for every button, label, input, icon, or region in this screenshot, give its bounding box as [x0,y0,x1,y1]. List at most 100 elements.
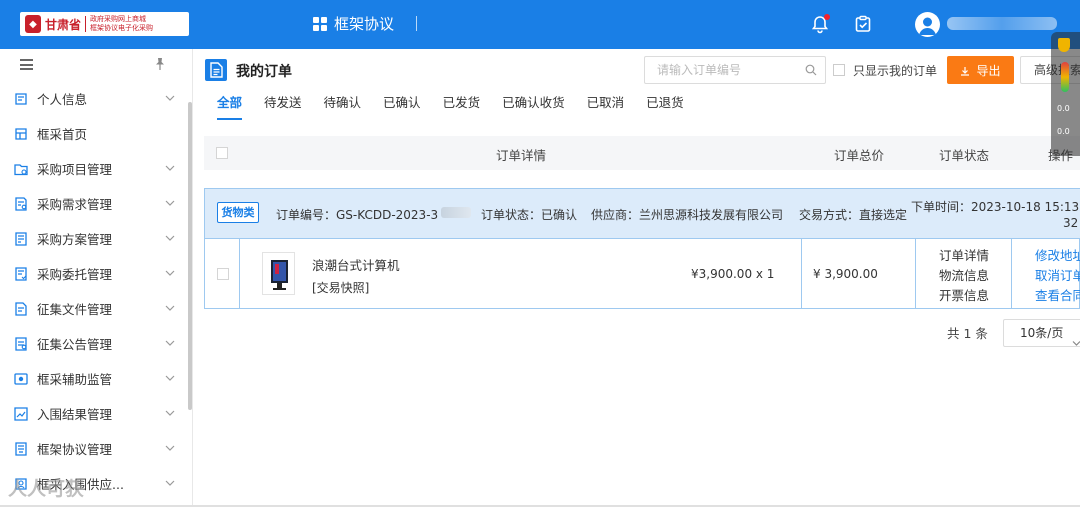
order-time-tail: 32 [1063,216,1079,230]
user-name-redacted[interactable] [947,17,1057,30]
order-number-redacted [441,207,471,218]
order-body: 浪潮台式计算机 [交易快照] ¥3,900.00 x 1 ¥ 3,900.00 … [205,239,1080,309]
cancel-order-link[interactable]: 取消订单 [1035,265,1080,284]
column-total: 订单总价 [834,148,885,163]
logo-subtitle: 政府采购网上商城 框架协议电子化采购 [90,15,153,33]
network-speed-widget[interactable]: 0.0 0.0 [1051,32,1080,156]
order-card: 货物类 订单编号：GS-KCDD-2023-3 订单状态：已确认 供应商：兰州思… [204,188,1080,309]
order-number: 订单编号：GS-KCDD-2023-3 [276,208,439,222]
chevron-down-icon [165,270,175,276]
top-bar: ◆ 甘肃省 政府采购网上商城 框架协议电子化采购 框架协议 [0,0,1080,49]
page-size-select[interactable]: 10条/页 [1003,319,1080,347]
bell-icon[interactable] [810,14,830,34]
view-contract-link[interactable]: 查看合同 [1035,285,1080,304]
column-divider [915,239,916,309]
order-checkbox[interactable] [217,268,229,280]
site-logo[interactable]: ◆ 甘肃省 政府采购网上商城 框架协议电子化采购 [20,12,189,36]
sidebar-item[interactable]: 采购项目管理 [0,151,192,186]
tab-3[interactable]: 已确认 [383,92,421,120]
order-time: 下单时间：2023-10-18 15:13: [911,200,1080,214]
category-badge: 货物类 [217,202,259,223]
pin-icon[interactable] [153,57,167,71]
upload-rate: 0.0 [1057,104,1070,113]
emblem-icon: ◆ [25,15,41,33]
sidebar-item[interactable]: 采购委托管理 [0,256,192,291]
sidebar-item[interactable]: 入围结果管理 [0,396,192,431]
sidebar-item[interactable]: 采购需求管理 [0,186,192,221]
only-mine-checkbox[interactable] [833,64,845,76]
tab-4[interactable]: 已发货 [443,92,481,120]
app-title-label: 框架协议 [334,15,395,33]
order-search [644,56,826,84]
notification-dot [824,14,830,20]
sidebar: 个人信息框采首页采购项目管理 采购需求管理 采购方案管理 采购委托管理 征集文件管理征集… [0,49,193,507]
tab-6[interactable]: 已取消 [587,92,625,120]
sidebar-item-label: 个人信息 [37,92,88,107]
order-detail-link[interactable]: 订单详情 [939,245,989,264]
sidebar-item[interactable]: 框采辅助监管 [0,361,192,396]
pager-total: 共 1 条 [947,326,988,341]
menu-item-icon [15,441,27,456]
logo-subtitle-line1: 政府采购网上商城 [90,15,147,23]
grid-icon [313,16,327,31]
logo-subtitle-line2: 框架协议电子化采购 [90,24,154,32]
sidebar-item[interactable]: 框架协议管理 [0,431,192,466]
product-name-link[interactable]: 浪潮台式计算机 [312,255,400,274]
speed-meter [1061,62,1069,92]
sidebar-item[interactable]: 采购方案管理 [0,221,192,256]
menu-icon[interactable] [20,59,33,70]
logistics-info-link[interactable]: 物流信息 [939,265,989,284]
chevron-down-icon [165,200,175,206]
menu-item-icon [15,301,27,316]
modify-address-link[interactable]: 修改地址 [1035,245,1080,264]
table-header: 订单详情 订单总价 订单状态 操作 [204,136,1080,170]
page-title: 我的订单 [236,64,292,80]
menu-item-icon [14,406,28,421]
sidebar-item-label: 采购项目管理 [37,162,113,177]
sidebar-item-label: 采购需求管理 [37,197,113,212]
tab-2[interactable]: 待确认 [324,92,362,120]
clipboard-check-icon[interactable] [853,14,873,34]
logo-name: 甘肃省 [45,17,82,32]
sidebar-item[interactable]: 框采首页 [0,116,192,151]
sidebar-item-label: 采购方案管理 [37,232,113,247]
sidebar-item-label: 征集文件管理 [37,302,113,317]
tab-0[interactable]: 全部 [217,92,243,120]
select-all-checkbox[interactable] [216,147,228,159]
only-mine-label: 只显示我的订单 [853,64,938,78]
order-total: ¥ 3,900.00 [813,267,878,281]
sidebar-header [0,49,192,81]
sidebar-item-label: 框架协议管理 [37,442,113,457]
sidebar-item-label: 采购委托管理 [37,267,113,282]
chevron-down-icon [165,445,175,451]
title-divider [416,16,417,31]
order-header: 货物类 订单编号：GS-KCDD-2023-3 订单状态：已确认 供应商：兰州思… [205,189,1080,239]
order-status: 订单状态：已确认 [481,208,578,222]
search-input[interactable] [645,57,795,83]
menu-item-icon [15,231,27,246]
sidebar-item[interactable]: 征集公告管理 [0,326,192,361]
shield-icon [1058,38,1070,52]
document-icon [205,59,227,81]
chevron-down-icon [165,340,175,346]
sidebar-item[interactable]: 个人信息 [0,81,192,116]
search-icon[interactable] [805,64,817,76]
tab-5[interactable]: 已确认收货 [502,92,565,120]
order-trade-mode: 交易方式：直接选定 [799,208,908,222]
product-thumbnail[interactable] [262,252,295,295]
sidebar-scrollbar[interactable] [188,102,192,410]
app-title[interactable]: 框架协议 [313,13,394,34]
tab-7[interactable]: 已退货 [646,92,684,120]
tab-1[interactable]: 待发送 [264,92,302,120]
download-rate: 0.0 [1057,127,1070,136]
user-avatar[interactable] [915,12,940,37]
export-button[interactable]: 导出 [947,56,1014,84]
trade-snapshot-link[interactable]: [交易快照] [312,279,369,296]
sidebar-item-label: 入围结果管理 [37,407,113,422]
chevron-down-icon [165,410,175,416]
logo-divider [85,16,87,32]
sidebar-item[interactable]: 征集文件管理 [0,291,192,326]
menu-item-icon [14,372,28,385]
invoice-info-link[interactable]: 开票信息 [939,285,989,304]
menu-item-icon [15,266,27,281]
